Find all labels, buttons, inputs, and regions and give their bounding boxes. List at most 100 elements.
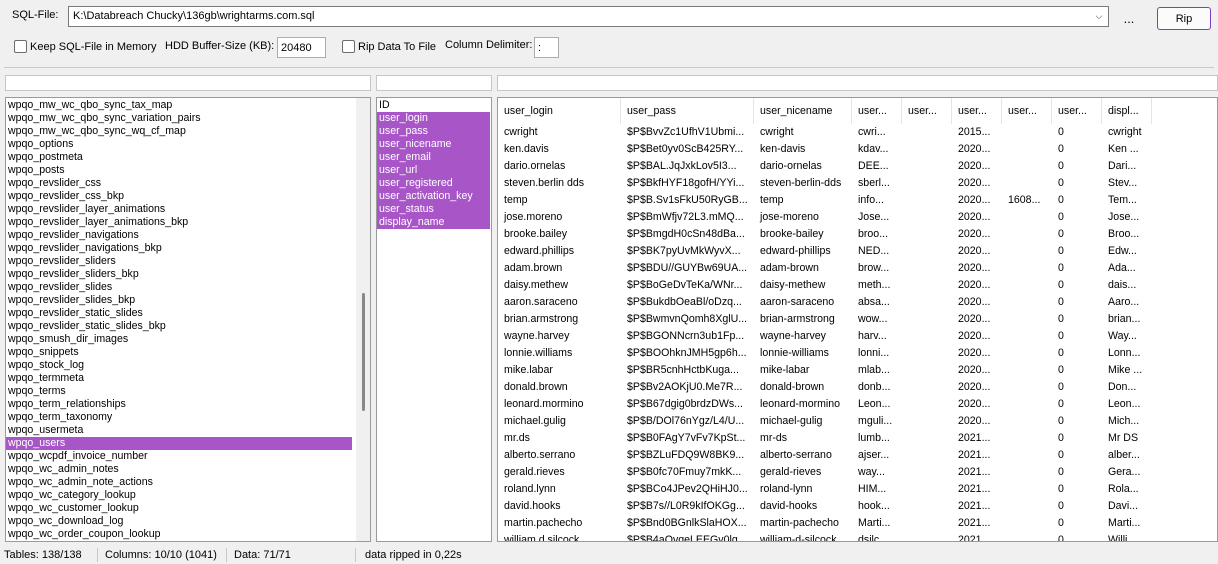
table-cell[interactable]: adam-brown (754, 260, 852, 277)
table-list-item[interactable]: wpqo_term_taxonomy (6, 411, 352, 424)
tables-list[interactable]: wpqo_mw_wc_qbo_sync_tax_map wpqo_mw_wc_qb… (5, 97, 371, 542)
column-header[interactable]: user... (852, 98, 902, 124)
table-cell[interactable]: Way... (1102, 328, 1152, 345)
table-cell[interactable] (902, 481, 952, 498)
column-delimiter-input[interactable]: : (534, 37, 559, 58)
table-cell[interactable] (902, 379, 952, 396)
table-cell[interactable] (1002, 498, 1052, 515)
table-cell[interactable] (1002, 481, 1052, 498)
column-header[interactable]: user_login (498, 98, 621, 124)
table-cell[interactable]: 2020... (952, 226, 1002, 243)
table-cell[interactable]: ajser... (852, 447, 902, 464)
table-cell[interactable]: jose-moreno (754, 209, 852, 226)
table-cell[interactable] (902, 396, 952, 413)
table-list-item[interactable]: wpqo_revslider_static_slides_bkp (6, 320, 352, 333)
table-cell[interactable]: 1608... (1002, 192, 1052, 209)
table-cell[interactable]: $P$B0fc70Fmuy7mkK... (621, 464, 754, 481)
table-cell[interactable]: jose.moreno (498, 209, 621, 226)
table-cell[interactable]: dais... (1102, 277, 1152, 294)
table-cell[interactable]: david-hooks (754, 498, 852, 515)
table-cell[interactable]: 0 (1052, 498, 1102, 515)
table-cell[interactable]: 0 (1052, 481, 1102, 498)
table-cell[interactable]: cwright (754, 124, 852, 141)
table-cell[interactable]: mike-labar (754, 362, 852, 379)
table-cell[interactable]: david.hooks (498, 498, 621, 515)
table-cell[interactable]: aaron-saraceno (754, 294, 852, 311)
table-cell[interactable] (1002, 532, 1052, 541)
table-cell[interactable]: 0 (1052, 192, 1102, 209)
table-cell[interactable] (1002, 515, 1052, 532)
column-list-item[interactable]: user_status (377, 203, 490, 216)
table-cell[interactable] (902, 175, 952, 192)
table-list-item[interactable]: wpqo_revslider_css_bkp (6, 190, 352, 203)
table-cell[interactable]: 2020... (952, 175, 1002, 192)
table-list-item[interactable]: wpqo_stock_log (6, 359, 352, 372)
table-cell[interactable]: Mr DS (1102, 430, 1152, 447)
table-cell[interactable] (1002, 311, 1052, 328)
table-cell[interactable]: 2021... (952, 515, 1002, 532)
hdd-buffer-input[interactable]: 20480 (277, 37, 326, 58)
table-cell[interactable]: 2020... (952, 209, 1002, 226)
column-header[interactable]: user... (1052, 98, 1102, 124)
table-list-item[interactable]: wpqo_revslider_sliders_bkp (6, 268, 352, 281)
table-cell[interactable] (1002, 260, 1052, 277)
table-cell[interactable]: NED... (852, 243, 902, 260)
table-cell[interactable]: 2020... (952, 260, 1002, 277)
table-cell[interactable] (1002, 447, 1052, 464)
table-cell[interactable]: 0 (1052, 294, 1102, 311)
table-cell[interactable]: dario-ornelas (754, 158, 852, 175)
table-cell[interactable] (1002, 362, 1052, 379)
table-cell[interactable]: DEE... (852, 158, 902, 175)
table-cell[interactable]: 2020... (952, 294, 1002, 311)
table-cell[interactable]: Jose... (852, 209, 902, 226)
table-list-item[interactable]: wpqo_wc_admin_note_actions (6, 476, 352, 489)
table-cell[interactable]: 2020... (952, 277, 1002, 294)
table-cell[interactable] (902, 498, 952, 515)
table-cell[interactable]: meth... (852, 277, 902, 294)
table-cell[interactable]: 2021... (952, 447, 1002, 464)
table-cell[interactable]: $P$BmWfjv72L3.mMQ... (621, 209, 754, 226)
table-cell[interactable]: brian.armstrong (498, 311, 621, 328)
table-cell[interactable]: Marti... (852, 515, 902, 532)
table-cell[interactable]: 2015... (952, 124, 1002, 141)
table-cell[interactable]: $P$BAL.JqJxkLov5I3... (621, 158, 754, 175)
table-cell[interactable] (1002, 124, 1052, 141)
table-cell[interactable] (902, 345, 952, 362)
table-cell[interactable]: brow... (852, 260, 902, 277)
table-cell[interactable]: Rola... (1102, 481, 1152, 498)
table-cell[interactable]: $P$B.Sv1sFkU50RyGB... (621, 192, 754, 209)
table-cell[interactable]: 0 (1052, 464, 1102, 481)
table-cell[interactable]: $P$Bet0yv0ScB425RY... (621, 141, 754, 158)
table-cell[interactable]: Willi... (1102, 532, 1152, 541)
table-cell[interactable]: 0 (1052, 226, 1102, 243)
table-cell[interactable]: martin-pachecho (754, 515, 852, 532)
table-cell[interactable]: daisy-methew (754, 277, 852, 294)
tables-filter-input[interactable] (5, 75, 371, 91)
table-cell[interactable]: edward.phillips (498, 243, 621, 260)
table-cell[interactable] (1002, 141, 1052, 158)
table-cell[interactable]: $P$B67dgig0brdzDWs... (621, 396, 754, 413)
table-cell[interactable]: mike.labar (498, 362, 621, 379)
table-cell[interactable]: 2020... (952, 311, 1002, 328)
table-cell[interactable]: 0 (1052, 362, 1102, 379)
table-cell[interactable]: ken.davis (498, 141, 621, 158)
table-cell[interactable]: 0 (1052, 311, 1102, 328)
table-cell[interactable]: $P$Bv2AOKjU0.Me7R... (621, 379, 754, 396)
table-cell[interactable]: 0 (1052, 124, 1102, 141)
table-cell[interactable] (902, 124, 952, 141)
table-cell[interactable]: sberl... (852, 175, 902, 192)
table-list-item[interactable]: wpqo_revslider_layer_animations_bkp (6, 216, 352, 229)
table-cell[interactable] (902, 294, 952, 311)
column-list-item[interactable]: user_pass (377, 125, 490, 138)
table-cell[interactable]: Leon... (1102, 396, 1152, 413)
table-cell[interactable] (902, 243, 952, 260)
column-header[interactable]: user... (1002, 98, 1052, 124)
table-cell[interactable]: 0 (1052, 260, 1102, 277)
table-list-item[interactable]: wpqo_postmeta (6, 151, 352, 164)
table-list-item[interactable]: wpqo_smush_dir_images (6, 333, 352, 346)
table-cell[interactable]: 2020... (952, 396, 1002, 413)
column-list-item[interactable]: user_registered (377, 177, 490, 190)
table-cell[interactable]: william.d.silcock (498, 532, 621, 541)
table-list-item[interactable]: wpqo_revslider_navigations (6, 229, 352, 242)
table-cell[interactable]: 2020... (952, 345, 1002, 362)
